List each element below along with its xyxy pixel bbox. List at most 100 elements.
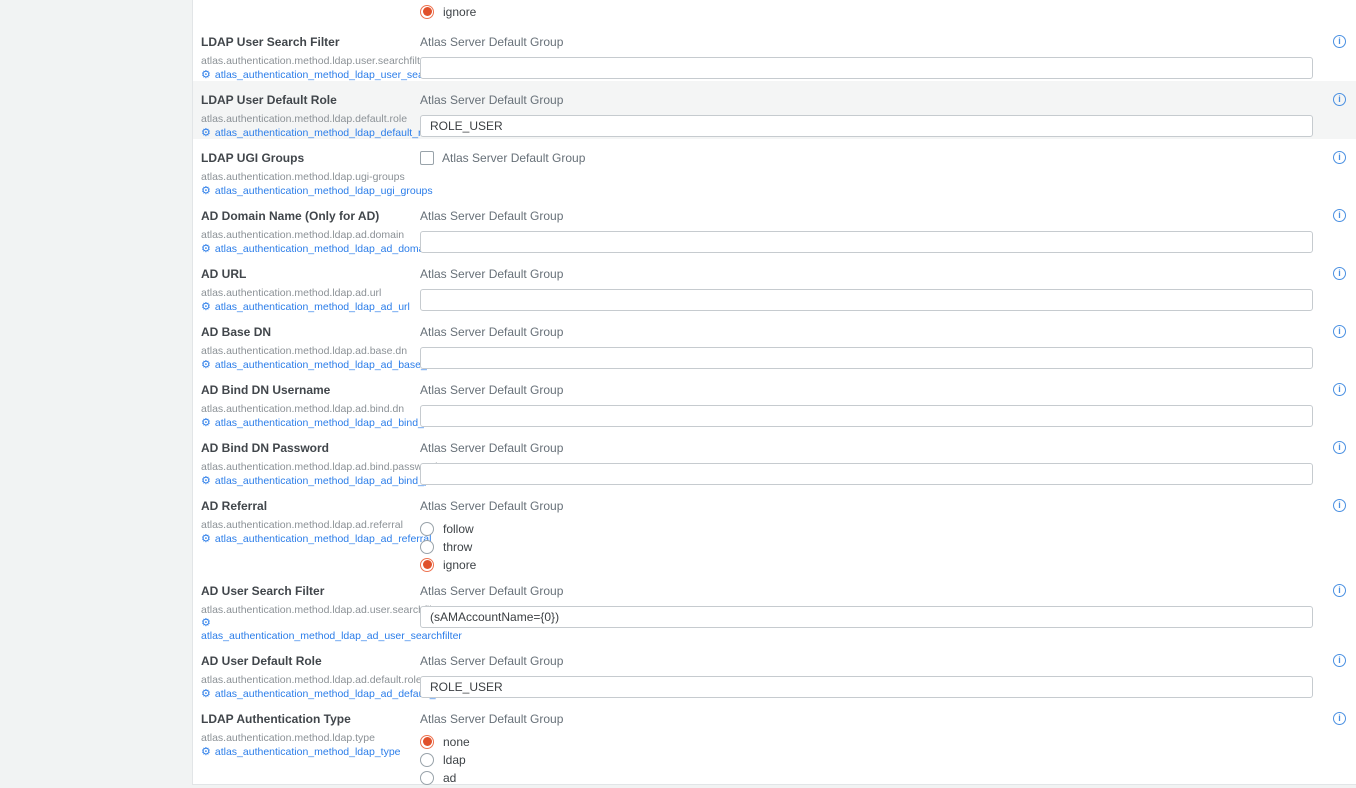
value-input[interactable] xyxy=(420,676,1313,698)
setting-control-column: Atlas Server Default Group none ldap ad xyxy=(406,700,1313,785)
info-icon[interactable]: i xyxy=(1333,151,1346,164)
radio-unselected-icon[interactable] xyxy=(420,753,434,767)
radio-option-label: ignore xyxy=(443,558,476,572)
info-icon[interactable]: i xyxy=(1333,584,1346,597)
config-row: AD User Default Roleatlas.authentication… xyxy=(193,642,1356,700)
info-icon[interactable]: i xyxy=(1333,441,1346,454)
radio-selected-icon[interactable] xyxy=(420,5,434,19)
config-row: AD URLatlas.authentication.method.ldap.a… xyxy=(193,255,1356,313)
info-icon[interactable]: i xyxy=(1333,93,1346,106)
radio-unselected-icon[interactable] xyxy=(420,540,434,554)
config-key-link[interactable]: ⚙ atlas_authentication_method_ldap_type xyxy=(201,746,406,758)
config-key-text: atlas_authentication_method_ldap_ad_user… xyxy=(201,630,406,642)
gears-icon: ⚙ xyxy=(201,689,211,699)
setting-label: AD Referral xyxy=(201,499,406,513)
config-key-link[interactable]: ⚙atlas_authentication_method_ldap_ad_bin… xyxy=(201,417,406,429)
config-key-link[interactable]: ⚙atlas_authentication_method_ldap_ad_dom… xyxy=(201,243,406,255)
setting-property-name: atlas.authentication.method.ldap.ad.bind… xyxy=(201,403,406,415)
group-label: Atlas Server Default Group xyxy=(420,267,1313,281)
radio-option[interactable]: ignore xyxy=(420,557,1313,572)
radio-option[interactable]: ignore xyxy=(420,4,1313,19)
config-rows: ignoreLDAP User Search Filteratlas.authe… xyxy=(193,0,1356,785)
value-input[interactable] xyxy=(420,463,1313,485)
value-input[interactable] xyxy=(420,57,1313,79)
config-key-text: atlas_authentication_method_ldap_default… xyxy=(215,127,436,139)
config-key-link[interactable]: ⚙atlas_authentication_method_ldap_ad_def… xyxy=(201,688,406,700)
setting-property-name: atlas.authentication.method.ldap.ad.bind… xyxy=(201,461,406,473)
config-row: AD User Search Filteratlas.authenticatio… xyxy=(193,572,1356,642)
config-key-link[interactable]: ⚙atlas_authentication_method_ldap_ad_use… xyxy=(201,618,406,642)
info-icon[interactable]: i xyxy=(1333,35,1346,48)
setting-label: AD Base DN xyxy=(201,325,406,339)
config-key-link[interactable]: ⚙atlas_authentication_method_ldap_defaul… xyxy=(201,127,406,139)
setting-control-column: Atlas Server Default Group xyxy=(406,371,1313,427)
config-key-text: atlas_authentication_method_ldap_type xyxy=(215,746,401,758)
config-key-link[interactable]: ⚙atlas_authentication_method_ldap_ad_ref… xyxy=(201,533,406,545)
info-icon[interactable]: i xyxy=(1333,209,1346,222)
info-icon[interactable]: i xyxy=(1333,712,1346,725)
value-input[interactable] xyxy=(420,115,1313,137)
setting-label-column: AD Base DN atlas.authentication.method.ld… xyxy=(193,313,406,371)
config-key-link[interactable]: ⚙atlas_authentication_method_ldap_user_s… xyxy=(201,69,406,81)
radio-option-label: ignore xyxy=(443,5,476,19)
radio-option-label: follow xyxy=(443,522,474,536)
setting-property-name: atlas.authentication.method.ldap.type xyxy=(201,732,406,744)
setting-control-column: Atlas Server Default Group xyxy=(406,313,1313,369)
gears-icon: ⚙ xyxy=(201,747,211,757)
info-icon[interactable]: i xyxy=(1333,383,1346,396)
radio-option[interactable]: ldap xyxy=(420,752,1313,767)
gears-icon: ⚙ xyxy=(201,244,211,254)
checkbox[interactable] xyxy=(420,151,434,165)
config-key-link[interactable]: ⚙atlas_authentication_method_ldap_ad_bas… xyxy=(201,359,406,371)
setting-control-column: Atlas Server Default Group xyxy=(406,81,1313,137)
group-label: Atlas Server Default Group xyxy=(420,325,1313,339)
setting-label-column: AD User Default Roleatlas.authentication… xyxy=(193,642,406,700)
setting-label: LDAP User Default Role xyxy=(201,93,406,107)
setting-label: AD Bind DN Username xyxy=(201,383,406,397)
gears-icon: ⚙ xyxy=(201,476,211,486)
group-label: Atlas Server Default Group xyxy=(420,441,1313,455)
config-card: ignoreLDAP User Search Filteratlas.authe… xyxy=(192,0,1356,785)
radio-unselected-icon[interactable] xyxy=(420,522,434,536)
group-label: Atlas Server Default Group xyxy=(420,209,1313,223)
config-row-partial: ignore xyxy=(193,0,1356,23)
value-input[interactable] xyxy=(420,405,1313,427)
setting-label-column: AD Referralatlas.authentication.method.l… xyxy=(193,487,406,545)
default-group-checkbox-row: Atlas Server Default Group xyxy=(420,151,1313,165)
radio-option[interactable]: follow xyxy=(420,521,1313,536)
radio-group: follow throw ignore xyxy=(420,521,1313,572)
config-row: AD Base DN atlas.authentication.method.ld… xyxy=(193,313,1356,371)
value-input[interactable] xyxy=(420,289,1313,311)
radio-selected-icon[interactable] xyxy=(420,735,434,749)
group-label: Atlas Server Default Group xyxy=(420,93,1313,107)
setting-label: AD User Search Filter xyxy=(201,584,406,598)
radio-selected-icon[interactable] xyxy=(420,558,434,572)
info-icon[interactable]: i xyxy=(1333,499,1346,512)
group-label: Atlas Server Default Group xyxy=(420,712,1313,726)
config-key-link[interactable]: ⚙atlas_authentication_method_ldap_ugi_gr… xyxy=(201,185,406,197)
radio-option-label: none xyxy=(443,735,470,749)
info-icon[interactable]: i xyxy=(1333,654,1346,667)
setting-control-column: Atlas Server Default Groupfollowthrowign… xyxy=(406,487,1313,572)
config-key-link[interactable]: ⚙atlas_authentication_method_ldap_ad_bin… xyxy=(201,475,406,487)
setting-label-column: LDAP User Default Roleatlas.authenticati… xyxy=(193,81,406,139)
value-input[interactable] xyxy=(420,231,1313,253)
radio-unselected-icon[interactable] xyxy=(420,771,434,785)
setting-label-column: AD Bind DN Username atlas.authentication.… xyxy=(193,371,406,429)
setting-label: LDAP Authentication Type xyxy=(201,712,406,726)
value-input[interactable] xyxy=(420,606,1313,628)
config-page: ignoreLDAP User Search Filteratlas.authe… xyxy=(0,0,1356,788)
setting-label: AD Bind DN Password xyxy=(201,441,406,455)
info-icon[interactable]: i xyxy=(1333,325,1346,338)
radio-option-label: throw xyxy=(443,540,472,554)
radio-option[interactable]: none xyxy=(420,734,1313,749)
setting-control-column: Atlas Server Default Group xyxy=(406,139,1313,165)
config-key-link[interactable]: ⚙atlas_authentication_method_ldap_ad_url xyxy=(201,301,406,313)
info-icon[interactable]: i xyxy=(1333,267,1346,280)
radio-option[interactable]: throw xyxy=(420,539,1313,554)
setting-property-name: atlas.authentication.method.ldap.ad.base… xyxy=(201,345,406,357)
setting-label-column: AD Domain Name (Only for AD)atlas.authen… xyxy=(193,197,406,255)
value-input[interactable] xyxy=(420,347,1313,369)
radio-option[interactable]: ad xyxy=(420,770,1313,785)
config-key-text: atlas_authentication_method_ldap_ad_doma… xyxy=(215,243,433,255)
